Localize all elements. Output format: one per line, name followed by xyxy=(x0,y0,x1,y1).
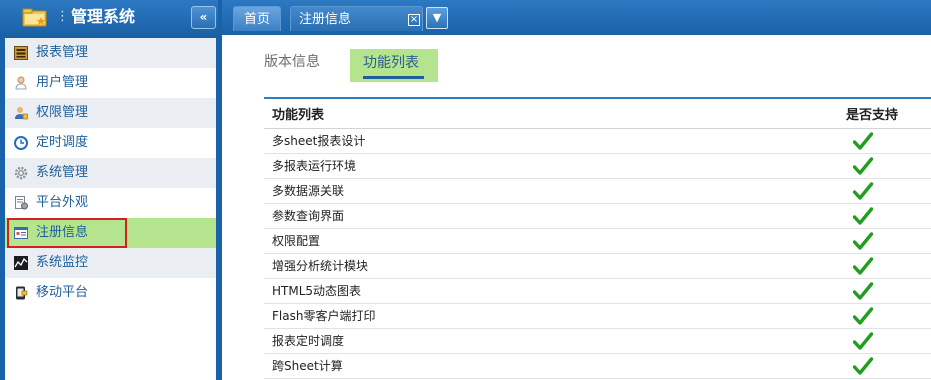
permission-icon xyxy=(15,107,28,120)
tab-list-dropdown-button[interactable]: ▼ xyxy=(426,7,448,29)
appearance-icon xyxy=(15,196,28,210)
sidebar-item-label: 报表管理 xyxy=(36,45,89,60)
table-row: 多sheet报表设计 xyxy=(264,128,931,154)
main-content: 版本信息 功能列表 功能列表 是否支持 多sheet报表设计 多报表运行环境 多数据… xyxy=(222,35,931,380)
feature-name: 报表定时调度 xyxy=(264,328,846,354)
gear-icon xyxy=(14,166,28,180)
sidebar-item-label: 移动平台 xyxy=(36,285,89,300)
sidebar: ⋮ 管理系统 « 报表管理 用户管理 权限管理 定时调度 系统管理 平台外观 注… xyxy=(0,0,218,380)
supported-cell xyxy=(846,328,931,354)
table-row: 报表定时调度 xyxy=(264,328,931,354)
check-icon xyxy=(853,306,873,325)
selection-highlight xyxy=(7,218,127,248)
check-icon xyxy=(853,181,873,200)
sidebar-item-appearance[interactable]: 平台外观 xyxy=(5,188,216,218)
table-row: 权限配置 xyxy=(264,228,931,254)
folder-star-icon xyxy=(22,8,47,27)
sidebar-item-system-management[interactable]: 系统管理 xyxy=(5,158,216,188)
feature-name: 增强分析统计模块 xyxy=(264,253,846,279)
column-header-feature: 功能列表 xyxy=(264,98,846,129)
features-table: 功能列表 是否支持 多sheet报表设计 多报表运行环境 多数据源关联 参数查询界面权… xyxy=(264,97,931,379)
collapse-sidebar-button[interactable]: « xyxy=(191,6,216,29)
sidebar-item-scheduling[interactable]: 定时调度 xyxy=(5,128,216,158)
sidebar-item-label: 平台外观 xyxy=(36,195,89,210)
supported-cell xyxy=(846,203,931,229)
feature-name: 多数据源关联 xyxy=(264,178,846,204)
subtab-feature-list-label: 功能列表 xyxy=(363,55,419,71)
sidebar-item-label: 权限管理 xyxy=(36,105,89,120)
app-title: 管理系统 xyxy=(71,7,136,26)
check-icon xyxy=(853,281,873,300)
close-tab-icon[interactable]: × xyxy=(408,14,420,26)
check-icon xyxy=(853,256,873,275)
feature-name: 权限配置 xyxy=(264,228,846,254)
check-icon xyxy=(853,131,873,150)
supported-cell xyxy=(846,353,931,379)
mobile-icon xyxy=(16,286,28,300)
sidebar-item-label: 定时调度 xyxy=(36,135,89,150)
check-icon xyxy=(853,206,873,225)
column-header-supported: 是否支持 xyxy=(846,98,931,129)
supported-cell xyxy=(846,253,931,279)
tab-home[interactable]: 首页 xyxy=(233,6,281,31)
table-row: 多数据源关联 xyxy=(264,178,931,204)
report-icon xyxy=(14,46,28,60)
supported-cell xyxy=(846,178,931,204)
subtab-feature-list[interactable]: 功能列表 xyxy=(350,49,438,82)
feature-name: 多sheet报表设计 xyxy=(264,128,846,154)
table-row: HTML5动态图表 xyxy=(264,278,931,304)
sidebar-item-label: 系统管理 xyxy=(36,165,89,180)
sidebar-item-label: 系统监控 xyxy=(36,255,89,270)
table-header-row: 功能列表 是否支持 xyxy=(264,98,931,129)
sidebar-item-permission-management[interactable]: 权限管理 xyxy=(5,98,216,128)
table-row: 跨Sheet计算 xyxy=(264,353,931,379)
clock-icon xyxy=(14,136,28,150)
tab-home-label: 首页 xyxy=(243,12,270,27)
supported-cell xyxy=(846,128,931,154)
active-subtab-underline xyxy=(363,76,424,79)
feature-name: 参数查询界面 xyxy=(264,203,846,229)
table-row: Flash零客户端打印 xyxy=(264,303,931,329)
sidebar-item-user-management[interactable]: 用户管理 xyxy=(5,68,216,98)
table-body: 多sheet报表设计 多报表运行环境 多数据源关联 参数查询界面 权限配置 增强分析统计模… xyxy=(264,128,931,379)
supported-cell xyxy=(846,278,931,304)
table-row: 多报表运行环境 xyxy=(264,153,931,179)
sidebar-item-report-management[interactable]: 报表管理 xyxy=(5,38,216,68)
header-dots: ⋮ xyxy=(56,9,69,24)
sidebar-header: ⋮ 管理系统 « xyxy=(0,0,218,35)
user-icon xyxy=(15,76,27,90)
check-icon xyxy=(853,356,873,375)
subtab-version-info[interactable]: 版本信息 xyxy=(264,53,320,71)
feature-name: 多报表运行环境 xyxy=(264,153,846,179)
supported-cell xyxy=(846,303,931,329)
feature-name: Flash零客户端打印 xyxy=(264,303,846,329)
sidebar-item-mobile-platform[interactable]: 移动平台 xyxy=(5,278,216,308)
tab-registration-label: 注册信息 xyxy=(299,12,352,27)
check-icon xyxy=(853,156,873,175)
monitor-icon xyxy=(14,256,28,270)
feature-name: HTML5动态图表 xyxy=(264,278,846,304)
sidebar-item-label: 用户管理 xyxy=(36,75,89,90)
feature-name: 跨Sheet计算 xyxy=(264,353,846,379)
nav-menu: 报表管理 用户管理 权限管理 定时调度 系统管理 平台外观 注册信息 系统监控 … xyxy=(5,38,216,380)
table-row: 增强分析统计模块 xyxy=(264,253,931,279)
check-icon xyxy=(853,331,873,350)
sidebar-item-system-monitor[interactable]: 系统监控 xyxy=(5,248,216,278)
table-row: 参数查询界面 xyxy=(264,203,931,229)
supported-cell xyxy=(846,228,931,254)
check-icon xyxy=(853,231,873,250)
tab-registration-info[interactable]: 注册信息 × xyxy=(290,6,423,31)
tab-bar: 首页 注册信息 × ▼ xyxy=(222,0,931,35)
supported-cell xyxy=(846,153,931,179)
